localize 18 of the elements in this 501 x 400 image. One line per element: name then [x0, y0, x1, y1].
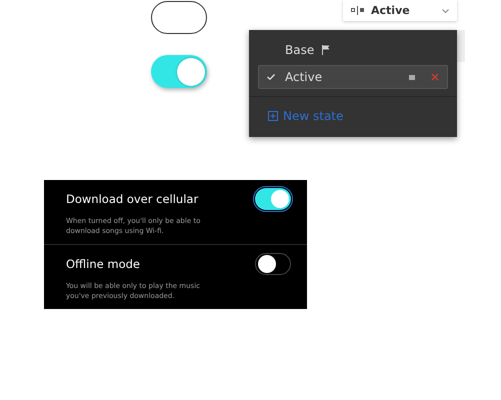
setting-title: Download over cellular: [66, 192, 198, 206]
toggle-switch[interactable]: [255, 188, 291, 210]
toggle-switch[interactable]: [151, 55, 207, 88]
caret-icon: [442, 8, 449, 12]
toggle-switch[interactable]: [151, 1, 207, 34]
check-icon: [267, 74, 275, 80]
state-label: Base: [285, 43, 314, 57]
state-label: Active: [285, 70, 322, 84]
state-item[interactable]: Base: [258, 38, 448, 62]
handle-icon[interactable]: [409, 74, 415, 80]
flag-icon: [322, 45, 330, 55]
state-dropdown[interactable]: Active: [343, 0, 457, 21]
toggle-switch[interactable]: [255, 253, 291, 275]
plus-icon: [268, 111, 278, 121]
state-item[interactable]: Active: [258, 65, 448, 89]
setting-title: Offline mode: [66, 257, 140, 271]
state-value: Active: [371, 4, 411, 17]
state-icon: [351, 6, 365, 15]
